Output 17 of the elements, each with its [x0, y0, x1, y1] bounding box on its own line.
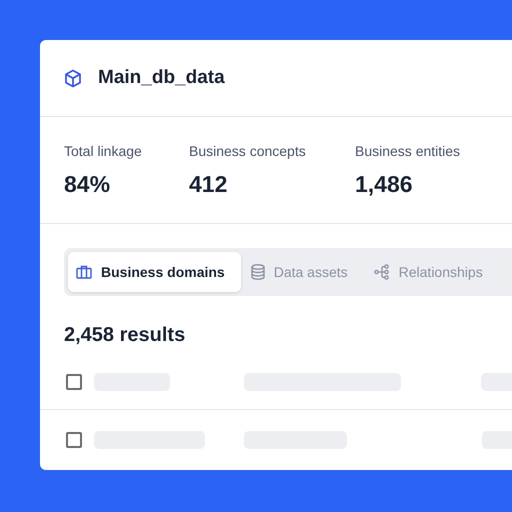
briefcase-icon — [76, 265, 92, 279]
stat-value: 84% — [64, 171, 112, 198]
stat-value: 412 — [189, 171, 228, 198]
checkbox[interactable] — [66, 374, 82, 390]
stat-label: Business entities — [355, 143, 460, 159]
database-icon — [250, 264, 265, 280]
stat-value: 1,486 — [355, 171, 414, 198]
card-title: Main_db_data — [98, 67, 225, 89]
graph-icon — [374, 264, 390, 280]
stat-label: Business concepts — [189, 143, 307, 159]
tab[interactable]: Business domains — [68, 252, 241, 292]
tab[interactable]: Data assets — [242, 252, 364, 292]
checkbox[interactable] — [66, 432, 82, 448]
cube-icon — [64, 68, 82, 88]
tab[interactable]: Relationships — [366, 252, 499, 292]
results-count: 2,458 results — [64, 324, 186, 347]
stat-label: Total linkage — [64, 143, 143, 159]
